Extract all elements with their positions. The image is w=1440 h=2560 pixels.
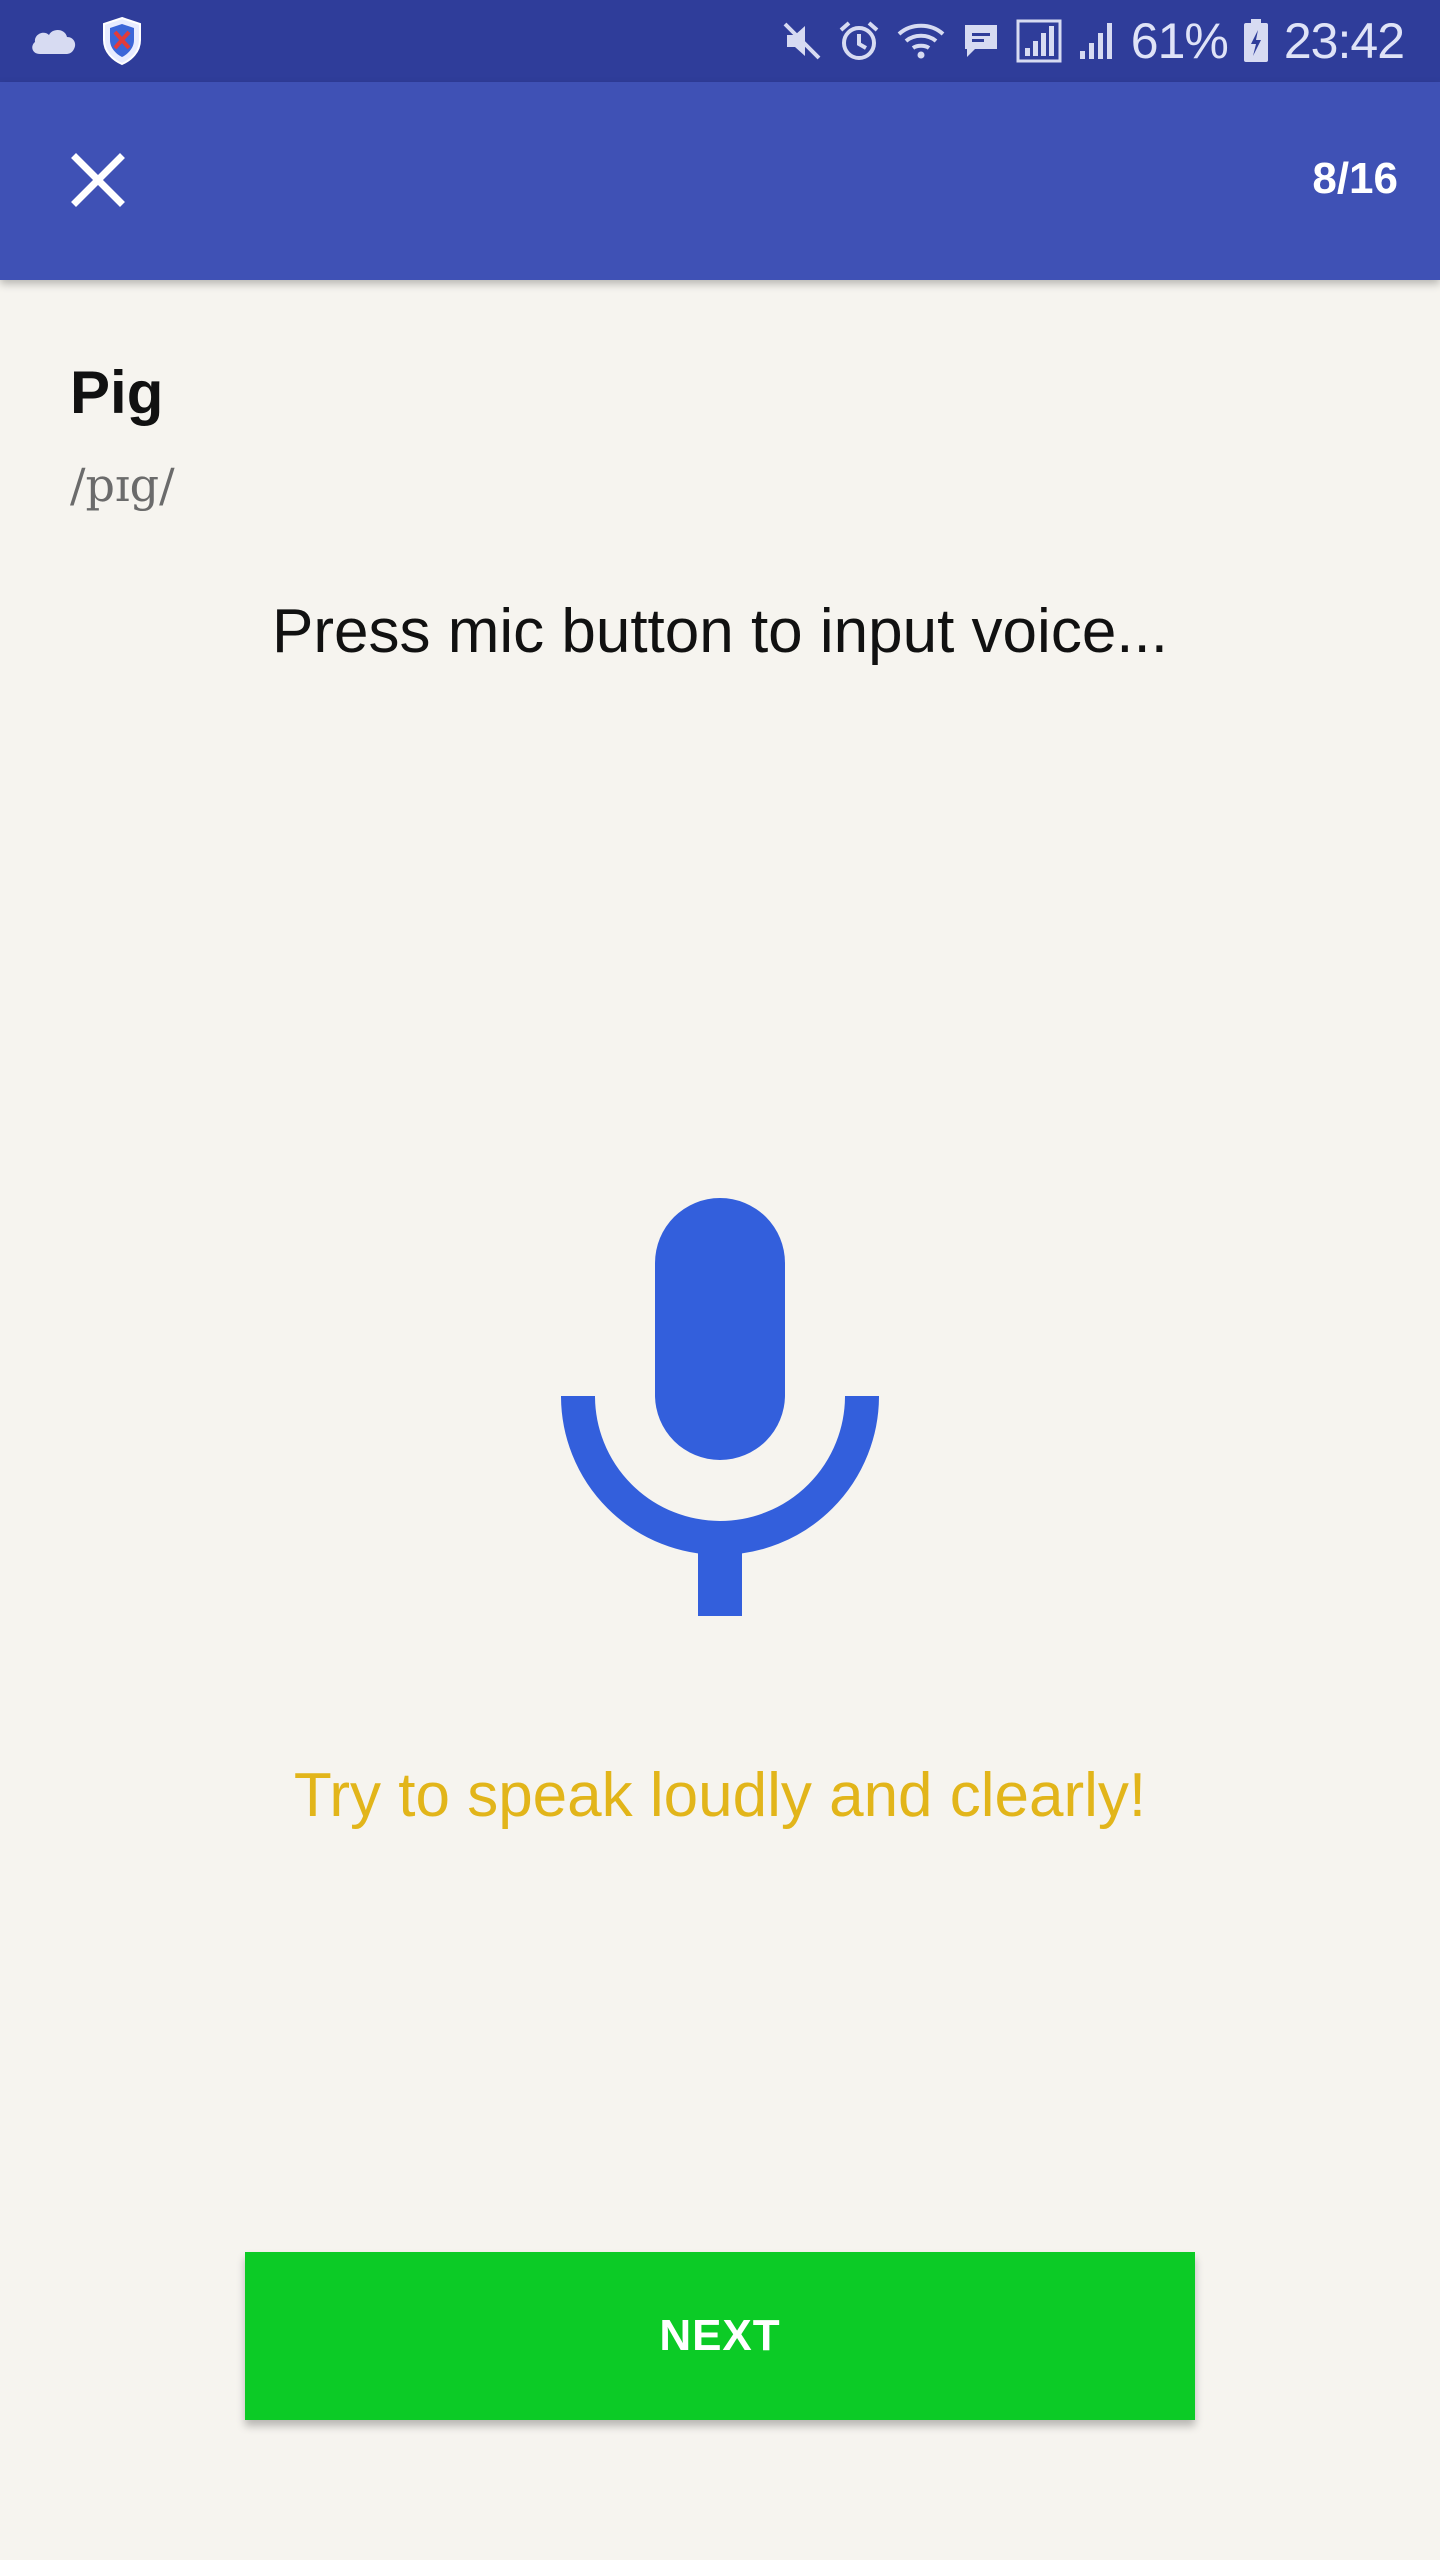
wifi-icon bbox=[895, 20, 947, 62]
instruction-text: Press mic button to input voice... bbox=[272, 597, 1168, 666]
battery-icon bbox=[1242, 18, 1270, 64]
clock: 23:42 bbox=[1283, 13, 1405, 69]
shield-icon bbox=[100, 16, 144, 66]
message-icon bbox=[961, 21, 1001, 61]
next-button[interactable]: NEXT bbox=[245, 2252, 1195, 2420]
microphone-icon bbox=[560, 1198, 880, 1626]
phonetic-transcription: /pɪg/ bbox=[70, 458, 175, 512]
signal-icon bbox=[1015, 18, 1063, 64]
battery-percent: 61% bbox=[1130, 13, 1229, 69]
progress-counter: 8/16 bbox=[1312, 154, 1398, 203]
speaking-hint: Try to speak loudly and clearly! bbox=[293, 1761, 1147, 1830]
app-bar: 8/16 bbox=[0, 82, 1440, 280]
word-title: Pig bbox=[70, 359, 164, 426]
status-left-icons bbox=[28, 14, 144, 68]
close-icon bbox=[70, 152, 126, 213]
signal-icon bbox=[1077, 19, 1117, 63]
alarm-icon bbox=[837, 19, 881, 63]
status-right-icons: 61% 23:42 bbox=[781, 10, 1405, 72]
mute-icon bbox=[781, 20, 823, 62]
microphone-button[interactable] bbox=[560, 1196, 880, 1622]
cloud-icon bbox=[28, 26, 78, 56]
status-bar: 61% 23:42 bbox=[0, 0, 1440, 82]
close-button[interactable] bbox=[54, 138, 142, 226]
